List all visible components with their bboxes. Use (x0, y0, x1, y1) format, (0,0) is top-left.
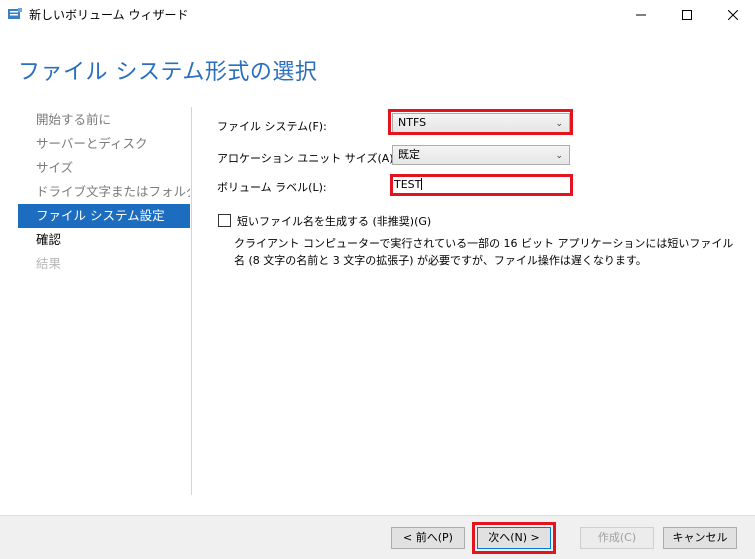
step-server-and-disk[interactable]: サーバーとディスク (18, 132, 190, 156)
volume-label-highlight-box (390, 174, 573, 196)
maximize-button[interactable] (664, 0, 710, 30)
close-icon (728, 10, 738, 20)
short-names-label[interactable]: 短いファイル名を生成する (非推奨)(G) (237, 213, 431, 229)
create-button: 作成(C) (580, 527, 654, 549)
step-before-you-begin[interactable]: 開始する前に (18, 108, 190, 132)
short-names-checkbox[interactable] (218, 214, 231, 227)
filesystem-label: ファイル システム(F): (217, 120, 327, 133)
allocation-unit-value: 既定 (398, 148, 420, 161)
minimize-icon (636, 14, 646, 16)
page-heading: ファイル システム形式の選択 (18, 60, 318, 85)
step-confirmation[interactable]: 確認 (18, 228, 190, 252)
short-names-description: クライアント コンピューターで実行されている一部の 16 ビット アプリケーショ… (234, 237, 734, 267)
cancel-button[interactable]: キャンセル (663, 527, 737, 549)
step-size[interactable]: サイズ (18, 156, 190, 180)
step-file-system-settings[interactable]: ファイル システム設定 (18, 204, 190, 228)
sidebar-divider (191, 107, 192, 495)
volume-label-label: ボリューム ラベル(L): (217, 181, 327, 194)
filesystem-highlight-box (388, 109, 573, 135)
wizard-steps-nav: 開始する前に サーバーとディスク サイズ ドライブ文字またはフォルダー ファイル… (18, 108, 190, 276)
allocation-unit-select[interactable]: 既定 ⌄ (392, 145, 570, 165)
window-title: 新しいボリューム ウィザード (29, 8, 189, 22)
wizard-app-icon (8, 8, 22, 19)
chevron-down-icon: ⌄ (555, 151, 563, 161)
minimize-button[interactable] (618, 0, 664, 30)
next-highlight-box (472, 522, 556, 554)
step-results: 結果 (36, 256, 62, 271)
maximize-icon (682, 10, 692, 20)
close-button[interactable] (710, 0, 755, 30)
allocation-unit-label: アロケーション ユニット サイズ(A): (217, 152, 398, 165)
step-drive-letter-or-folder[interactable]: ドライブ文字またはフォルダー (18, 180, 190, 204)
previous-button[interactable]: < 前へ(P) (391, 527, 465, 549)
title-bar: 新しいボリューム ウィザード (0, 0, 755, 30)
